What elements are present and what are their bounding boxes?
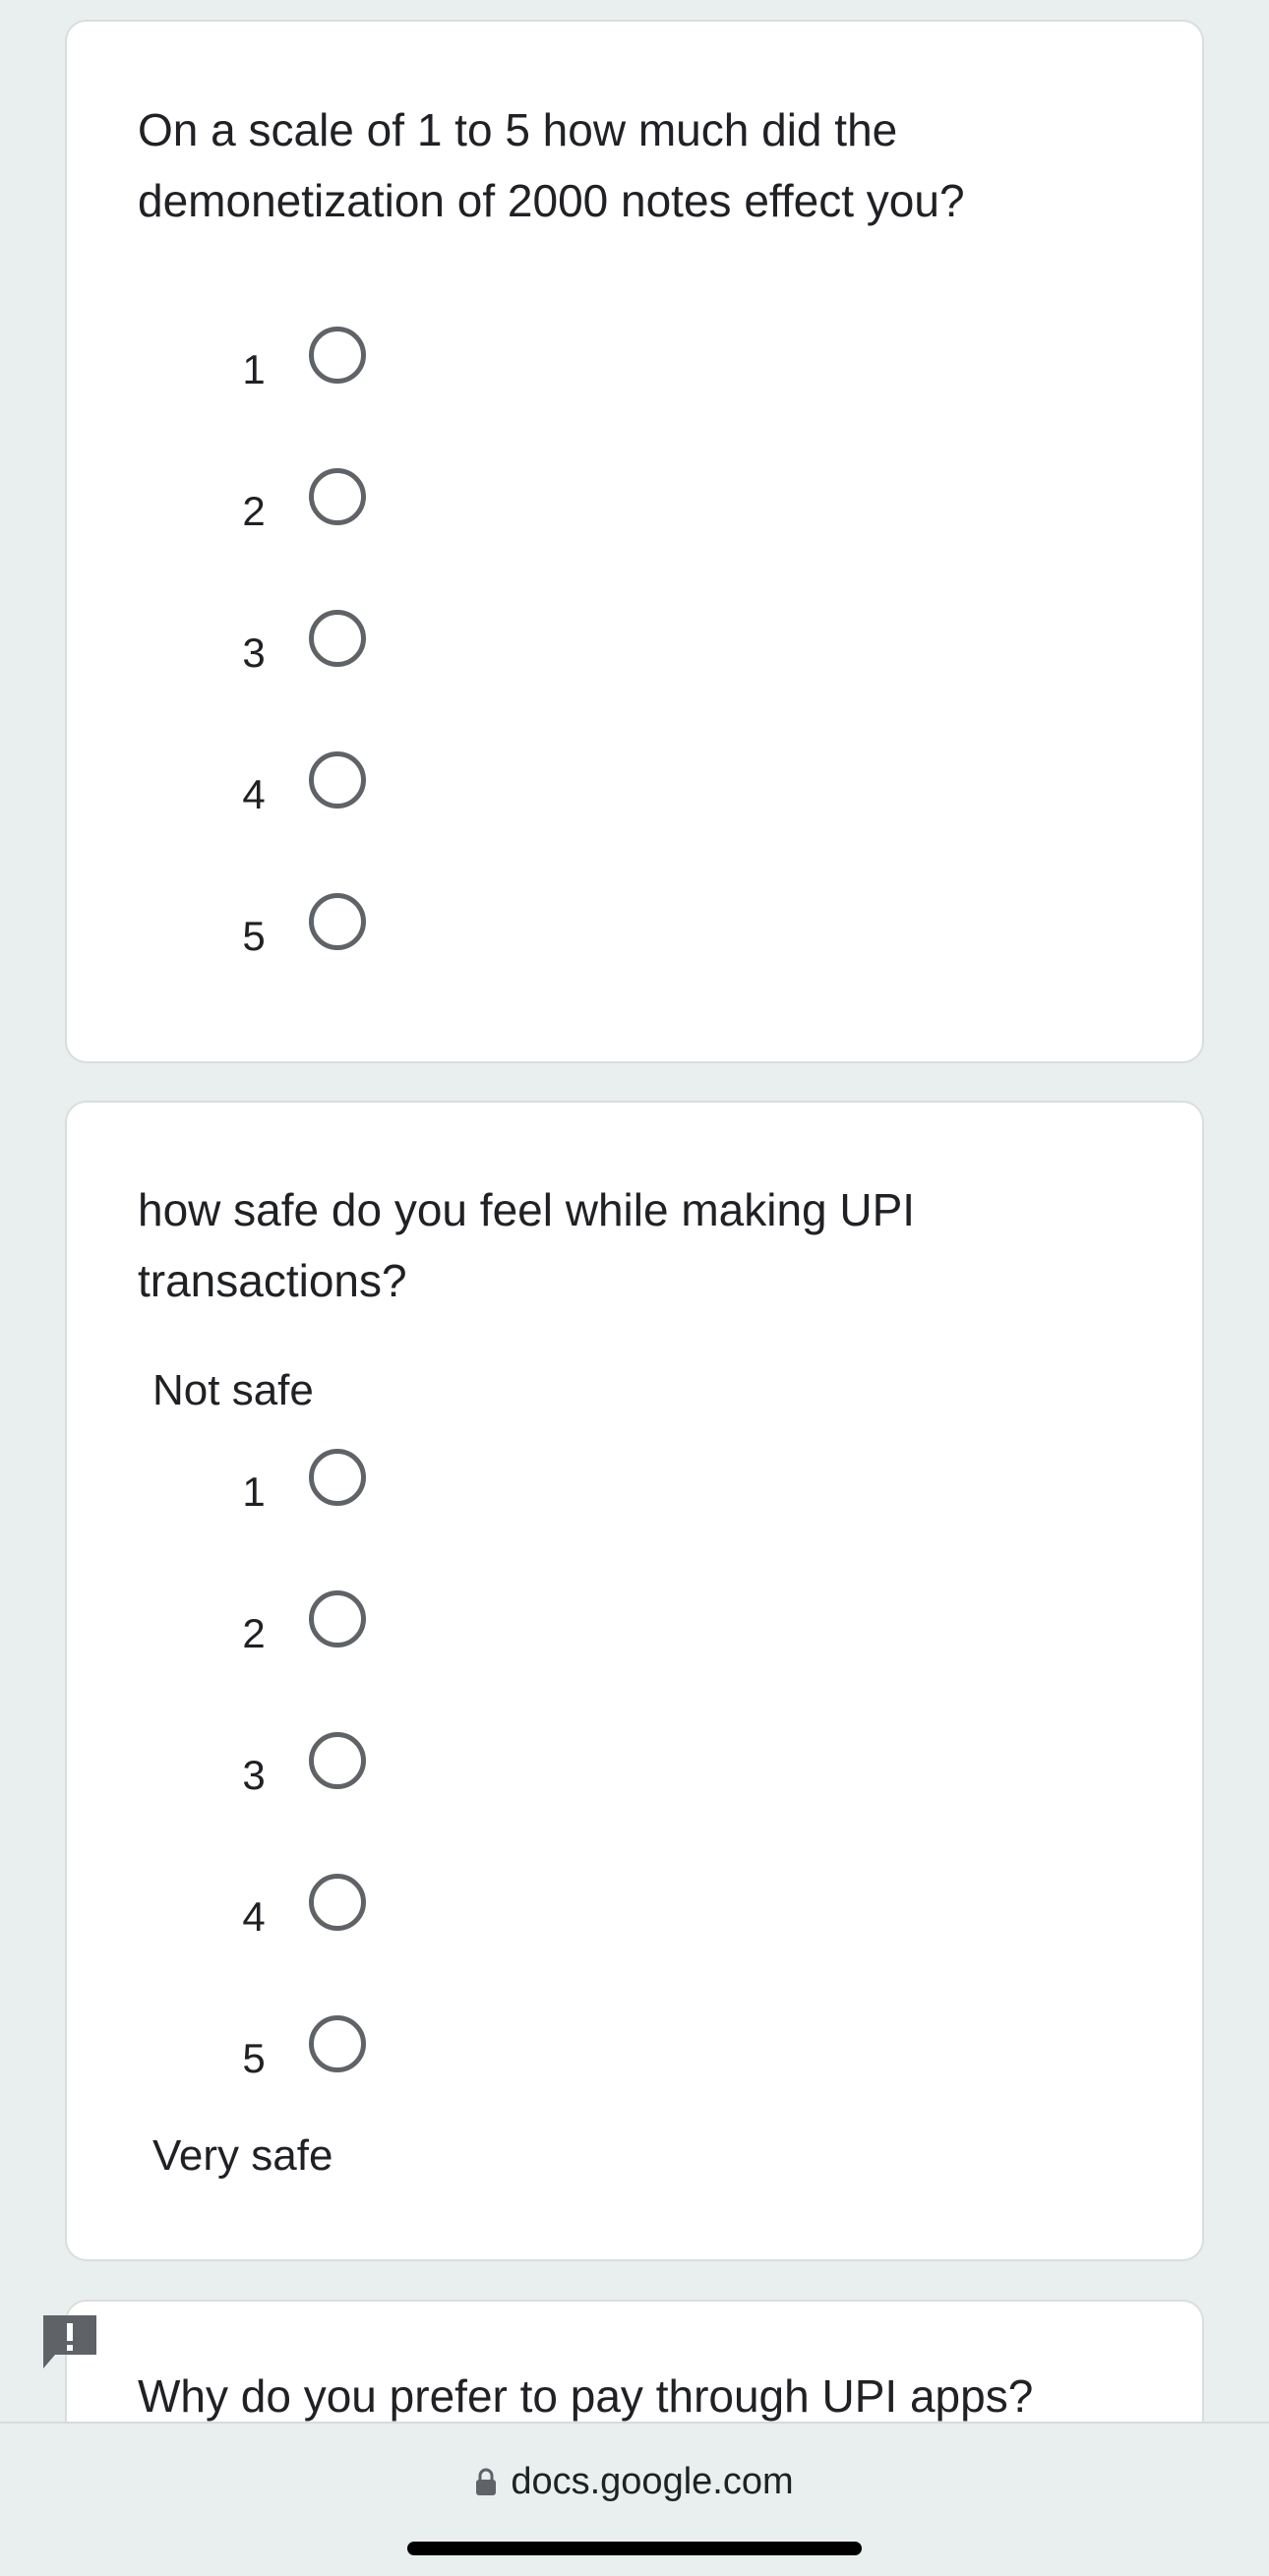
browser-address-bar[interactable]: docs.google.com [0,2422,1269,2576]
form-page: On a scale of 1 to 5 how much did the de… [0,0,1269,2576]
radio-button-5[interactable] [309,893,366,950]
radio-button-3[interactable] [309,610,366,667]
scale-option-label: 1 [242,346,266,392]
home-indicator[interactable] [407,2542,862,2555]
lock-icon [475,2464,497,2495]
scale-option-label: 4 [242,1893,266,1940]
scale-option-label: 2 [242,488,266,534]
radio-button-2[interactable] [309,468,366,525]
url-display[interactable]: docs.google.com [0,2461,1269,2503]
report-feedback-icon[interactable] [39,2311,100,2372]
url-text: docs.google.com [511,2461,794,2502]
radio-button-1[interactable] [309,1449,366,1506]
scale-option-label: 5 [242,913,266,959]
scale-high-label: Very safe [152,2131,333,2180]
radio-button-4[interactable] [309,751,366,809]
scale-option-label: 3 [242,629,266,676]
radio-button-5[interactable] [309,2015,366,2072]
radio-button-2[interactable] [309,1590,366,1647]
scale-option-label: 4 [242,771,266,817]
radio-button-1[interactable] [309,327,366,384]
scale-option-label: 3 [242,1752,266,1798]
scale-low-label: Not safe [152,1366,314,1414]
question-card-demonetization: On a scale of 1 to 5 how much did the de… [65,20,1204,1063]
scale-option-label: 1 [242,1468,266,1515]
scale-option-label: 2 [242,1610,266,1656]
radio-button-3[interactable] [309,1732,366,1789]
scale-option-label: 5 [242,2035,266,2081]
radio-button-4[interactable] [309,1874,366,1931]
question-card-upi-safety: how safe do you feel while making UPI tr… [65,1101,1204,2261]
question-title: how safe do you feel while making UPI tr… [138,1184,916,1306]
question-title: On a scale of 1 to 5 how much did the de… [138,104,965,226]
